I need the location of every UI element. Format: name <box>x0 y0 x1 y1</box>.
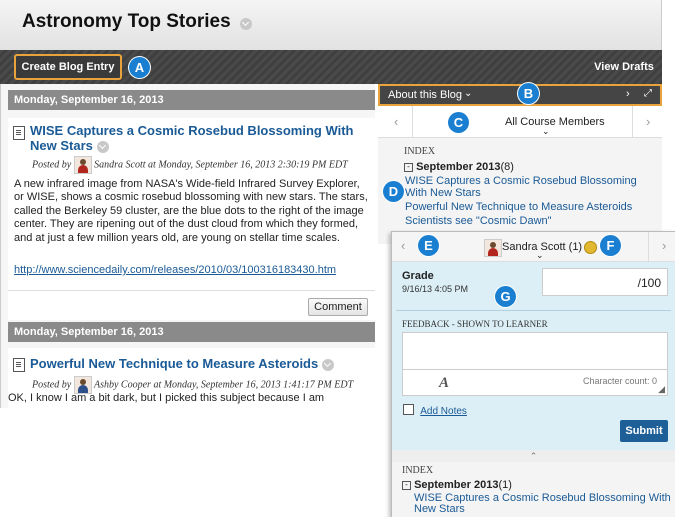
grading-index: INDEX - September 2013(1) WISE Captures … <box>392 462 675 517</box>
post-icon <box>13 126 25 140</box>
grade-date: 9/16/13 4:05 PM <box>402 284 469 294</box>
post-menu-icon[interactable] <box>96 140 109 153</box>
title-area: Astronomy Top Stories <box>0 0 662 50</box>
blog-toolbar: Create Blog Entry View Drafts <box>0 50 662 84</box>
post-title[interactable]: Powerful New Technique to Measure Astero… <box>30 356 334 371</box>
character-count: Character count: 0 <box>583 376 658 386</box>
user-avatar <box>484 239 502 257</box>
callout-e: E <box>418 235 439 256</box>
chevron-down-icon: ⌄ <box>464 88 473 99</box>
post-title-text: WISE Captures a Cosmic Rosebud Blossomin… <box>30 123 354 153</box>
page-title: Astronomy Top Stories <box>22 11 231 32</box>
grade-section: Grade 9/16/13 4:05 PM /100 <box>392 262 675 310</box>
index-entry[interactable]: WISE Captures a Cosmic Rosebud Blossomin… <box>414 493 672 515</box>
index-month[interactable]: - September 2013(1) <box>402 479 512 491</box>
post-body: OK, I know I am a bit dark, but I picked… <box>8 392 325 404</box>
collapse-bar[interactable]: ⌃ <box>392 450 675 462</box>
text-format-icon[interactable]: A <box>439 375 449 392</box>
callout-c: C <box>448 112 469 133</box>
index-month-label: September 2013 <box>416 161 501 173</box>
submit-button[interactable]: Submit <box>620 420 668 442</box>
index-heading: INDEX <box>402 465 434 476</box>
submit-label: Submit <box>625 425 663 437</box>
posted-by-label: Posted by <box>32 159 72 171</box>
post-timestamp: at Monday, September 16, 2013 1:41:17 PM… <box>153 379 354 391</box>
comment-label: Comment <box>314 301 362 313</box>
next-member-icon[interactable]: › <box>646 114 650 129</box>
nav-divider <box>632 106 633 138</box>
feedback-section: FEEDBACK - SHOWN TO LEARNER A Character … <box>392 310 675 450</box>
post-date-bar: Monday, September 16, 2013 <box>8 322 375 342</box>
add-notes-label: Add Notes <box>420 406 467 417</box>
view-drafts-button[interactable]: View Drafts <box>586 56 662 78</box>
index-entry[interactable]: WISE Captures a Cosmic Rosebud Blossomin… <box>405 175 655 199</box>
create-blog-entry-button[interactable]: Create Blog Entry <box>14 54 122 80</box>
title-menu-icon[interactable] <box>240 18 252 30</box>
author-name: Ashby Cooper <box>93 379 151 391</box>
callout-b: B <box>518 83 539 104</box>
post-card: WISE Captures a Cosmic Rosebud Blossomin… <box>8 118 375 320</box>
post-footer-rule <box>8 290 375 291</box>
next-user-icon[interactable]: › <box>662 238 666 253</box>
resize-handle-icon[interactable]: ◢ <box>658 384 665 395</box>
index-entry[interactable]: Powerful New Technique to Measure Astero… <box>405 201 655 213</box>
expand-icon[interactable]: ⤢ <box>644 88 652 99</box>
chevron-down-icon: ⌄ <box>542 126 550 136</box>
index-month-count: (8) <box>500 161 514 173</box>
post-timestamp: at Monday, September 16, 2013 2:30:19 PM… <box>148 159 348 171</box>
post-date-bar: Monday, September 16, 2013 <box>8 90 375 110</box>
prev-member-icon[interactable]: ‹ <box>394 114 398 129</box>
post-link[interactable]: http://www.sciencedaily.com/releases/201… <box>14 264 336 276</box>
callout-a: A <box>129 57 150 78</box>
index-month[interactable]: - September 2013(8) <box>404 161 514 173</box>
post-title[interactable]: WISE Captures a Cosmic Rosebud Blossomin… <box>30 123 360 153</box>
post-menu-icon[interactable] <box>321 358 334 371</box>
feedback-toolbar: A Character count: 0 ◢ <box>402 370 668 396</box>
comment-button[interactable]: Comment <box>308 298 368 316</box>
author-avatar <box>73 156 92 174</box>
about-blog-label: About this Blog <box>388 89 462 101</box>
callout-d: D <box>383 181 404 202</box>
feedback-label: FEEDBACK - SHOWN TO LEARNER <box>402 319 548 329</box>
index-month-label: September 2013 <box>414 479 499 491</box>
index-month-count: (1) <box>498 479 512 491</box>
post-body: A new infrared image from NASA's Wide-fi… <box>14 178 368 244</box>
grade-label: Grade <box>402 270 434 282</box>
nav-divider <box>648 232 649 262</box>
nav-divider <box>412 106 413 138</box>
collapse-icon[interactable]: - <box>404 163 413 172</box>
member-nav: ‹ All Course Members ⌄ › <box>378 106 662 138</box>
posted-by-label: Posted by <box>32 379 72 391</box>
post-title-text: Powerful New Technique to Measure Astero… <box>30 356 319 371</box>
index-heading: INDEX <box>404 146 436 157</box>
callout-g: G <box>495 286 516 307</box>
status-icon <box>584 241 597 254</box>
view-drafts-label: View Drafts <box>594 61 654 73</box>
grade-max: /100 <box>637 276 661 290</box>
chevron-right-icon[interactable]: › <box>626 88 630 100</box>
section-rule <box>396 310 671 311</box>
callout-f: F <box>600 235 621 256</box>
post-icon <box>13 358 25 372</box>
create-blog-entry-label: Create Blog Entry <box>21 61 115 73</box>
post-card: Powerful New Technique to Measure Astero… <box>8 348 375 408</box>
member-nav-label[interactable]: All Course Members <box>505 116 605 128</box>
prev-user-icon[interactable]: ‹ <box>401 238 405 253</box>
feedback-textarea[interactable] <box>402 332 668 370</box>
grade-input[interactable]: /100 <box>542 268 668 296</box>
collapse-icon[interactable]: - <box>402 481 411 490</box>
notes-icon <box>403 404 414 415</box>
author-name: Sandra Scott <box>94 159 146 171</box>
chevron-down-icon: ⌄ <box>536 250 544 260</box>
post-byline: Posted by Sandra Scott at Monday, Septem… <box>32 156 372 174</box>
add-notes-link[interactable]: Add Notes <box>403 404 467 417</box>
index-entry[interactable]: Scientists see "Cosmic Dawn" <box>405 215 655 227</box>
